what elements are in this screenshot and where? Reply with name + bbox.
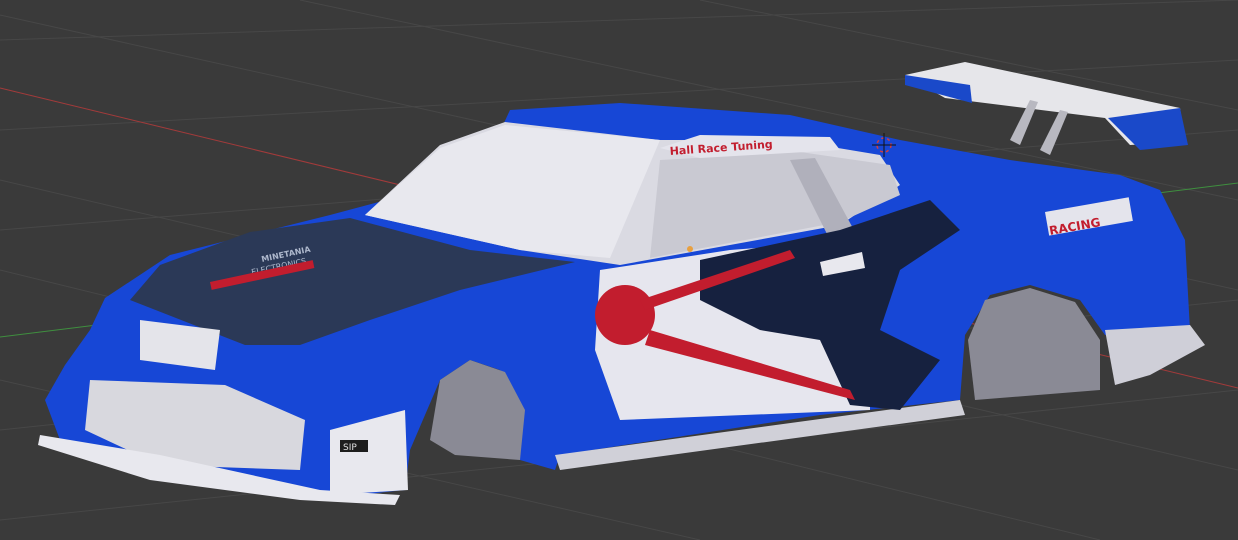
front-plate-text: SIP xyxy=(343,443,357,453)
3d-viewport[interactable]: Hall Race Tuning RACING MINETANIA ELECTR… xyxy=(0,0,1238,540)
front-plate: SIP xyxy=(340,440,368,453)
car-model[interactable]: Hall Race Tuning RACING MINETANIA ELECTR… xyxy=(38,62,1205,505)
viewport-canvas[interactable]: Hall Race Tuning RACING MINETANIA ELECTR… xyxy=(0,0,1238,540)
wing-strut xyxy=(1040,110,1068,155)
rear-wheel-arch xyxy=(968,288,1100,400)
object-origin[interactable] xyxy=(687,246,693,252)
door-rising-sun xyxy=(595,285,655,345)
